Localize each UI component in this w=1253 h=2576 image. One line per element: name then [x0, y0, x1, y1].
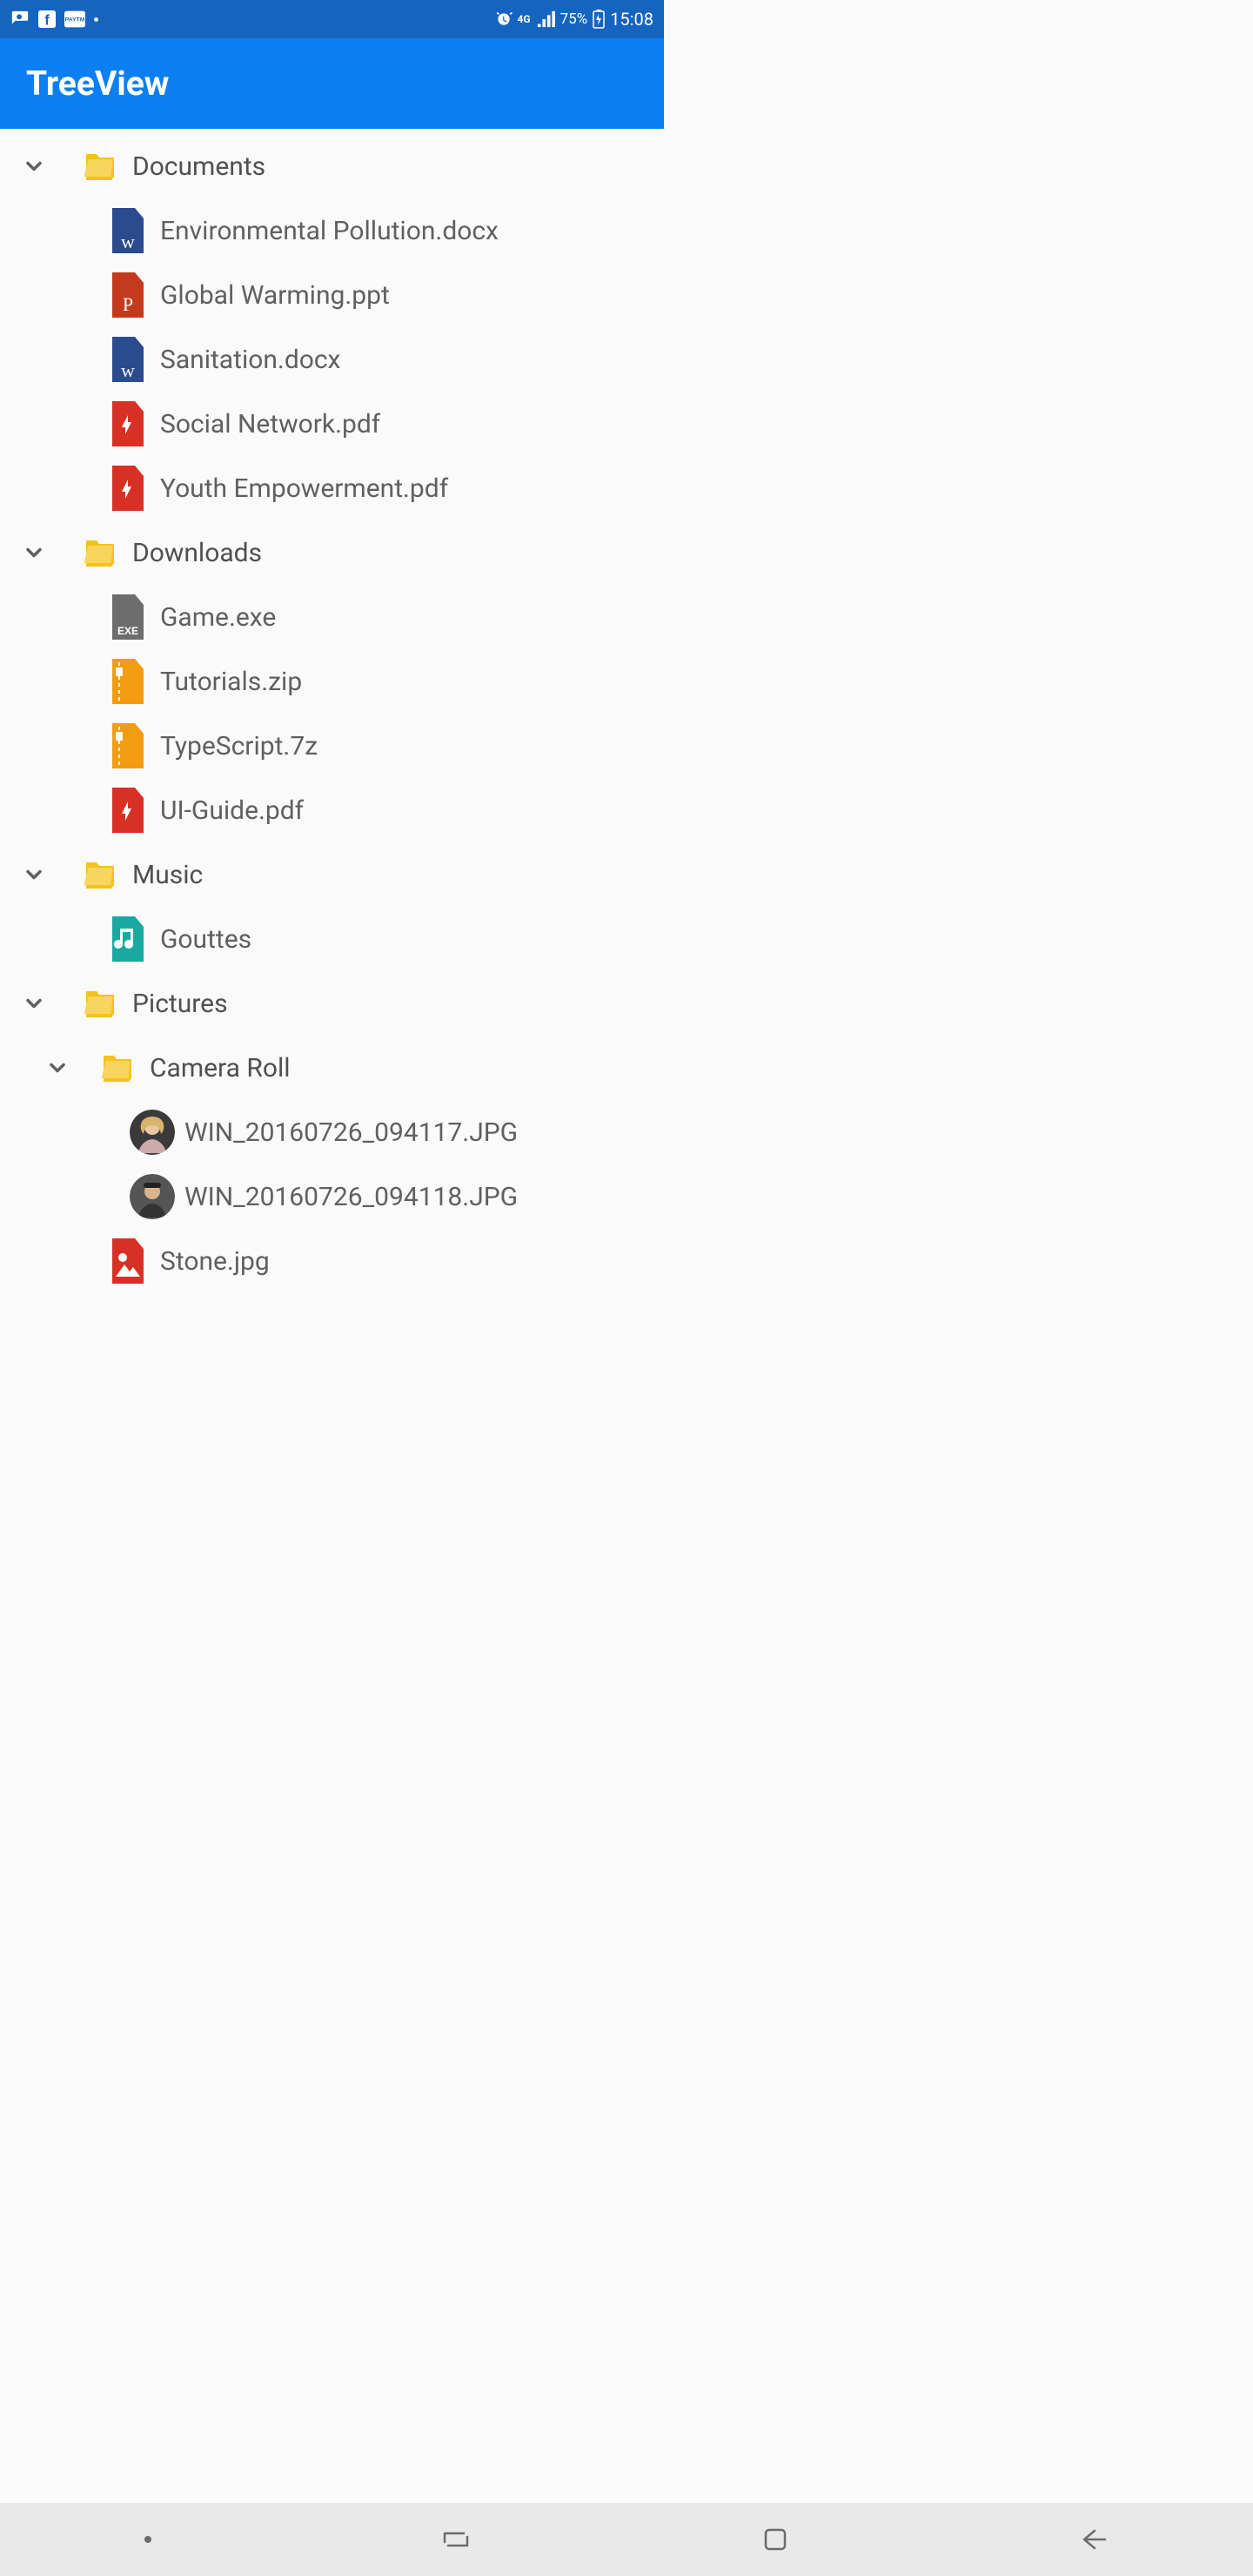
file-env-pollution[interactable]: w Environmental Pollution.docx: [0, 198, 664, 263]
folder-camera-roll[interactable]: Camera Roll: [0, 1036, 664, 1100]
chevron-down-icon[interactable]: [0, 540, 68, 565]
folder-label: Downloads: [132, 538, 262, 568]
folder-label: Documents: [132, 151, 265, 182]
word-icon: w: [96, 208, 160, 253]
file-label: TypeScript.7z: [160, 731, 318, 761]
folder-icon: [85, 1049, 150, 1087]
file-label: Gouttes: [160, 924, 251, 955]
folder-documents[interactable]: Documents: [0, 134, 664, 198]
file-youth-empowerment[interactable]: Youth Empowerment.pdf: [0, 456, 664, 520]
file-social-network[interactable]: Social Network.pdf: [0, 392, 664, 456]
pdf-icon: [96, 401, 160, 446]
folder-icon: [68, 533, 132, 572]
pdf-icon: [96, 466, 160, 511]
notification-dot-icon: [94, 17, 98, 22]
file-label: WIN_20160726_094117.JPG: [184, 1117, 518, 1148]
nav-dot-icon: [144, 2536, 151, 2543]
network-4g-icon: 4G: [518, 13, 531, 25]
file-stone-jpg[interactable]: Stone.jpg: [0, 1229, 664, 1287]
file-label: Tutorials.zip: [160, 667, 302, 697]
ppt-icon: P: [96, 272, 160, 318]
music-icon: [96, 916, 160, 962]
file-label: Game.exe: [160, 602, 276, 633]
battery-charging-icon: [593, 10, 605, 29]
facebook-icon: f: [38, 10, 56, 28]
file-label: WIN_20160726_094118.JPG: [184, 1182, 518, 1212]
tree-view: Documents w Environmental Pollution.docx…: [0, 129, 664, 1287]
folder-icon: [68, 984, 132, 1023]
home-button[interactable]: [761, 2526, 789, 2553]
app-title: TreeView: [26, 64, 169, 104]
word-icon: w: [96, 337, 160, 382]
folder-downloads[interactable]: Downloads: [0, 520, 664, 585]
exe-icon: EXE: [96, 594, 160, 640]
android-nav-bar: [0, 2503, 1253, 2576]
battery-percent: 75%: [560, 10, 588, 28]
chevron-down-icon[interactable]: [0, 862, 68, 887]
signal-icon: [536, 10, 555, 29]
file-global-warming[interactable]: P Global Warming.ppt: [0, 263, 664, 327]
svg-text:P: P: [123, 293, 133, 315]
folder-label: Camera Roll: [150, 1053, 291, 1083]
folder-icon: [68, 147, 132, 185]
svg-text:EXE: EXE: [117, 625, 138, 637]
svg-text:w: w: [121, 231, 135, 252]
chevron-down-icon[interactable]: [30, 1056, 85, 1080]
folder-music[interactable]: Music: [0, 842, 664, 907]
avatar-icon: [120, 1110, 184, 1155]
file-label: Stone.jpg: [160, 1246, 270, 1277]
file-label: Youth Empowerment.pdf: [160, 473, 448, 504]
file-sanitation[interactable]: w Sanitation.docx: [0, 327, 664, 392]
file-win-094118[interactable]: WIN_20160726_094118.JPG: [0, 1164, 664, 1229]
file-label: Social Network.pdf: [160, 409, 380, 439]
folder-icon: [68, 855, 132, 894]
file-label: Sanitation.docx: [160, 345, 340, 375]
file-game-exe[interactable]: EXE Game.exe: [0, 585, 664, 649]
svg-text:f: f: [44, 12, 50, 28]
paytm-icon: PAYTM: [64, 10, 85, 28]
zip-icon: [96, 723, 160, 768]
recents-button[interactable]: [441, 2526, 472, 2553]
speech-bubble-icon: [10, 10, 30, 29]
file-gouttes[interactable]: Gouttes: [0, 907, 664, 971]
pdf-icon: [96, 788, 160, 833]
svg-text:PAYTM: PAYTM: [65, 17, 85, 23]
folder-label: Music: [132, 860, 203, 890]
file-tutorials-zip[interactable]: Tutorials.zip: [0, 649, 664, 714]
file-ui-guide[interactable]: UI-Guide.pdf: [0, 778, 664, 842]
svg-text:w: w: [121, 359, 135, 381]
alarm-icon: [495, 10, 513, 28]
zip-icon: [96, 659, 160, 704]
file-typescript-7z[interactable]: TypeScript.7z: [0, 714, 664, 778]
file-win-094117[interactable]: WIN_20160726_094117.JPG: [0, 1100, 664, 1164]
avatar-icon: [120, 1174, 184, 1219]
folder-pictures[interactable]: Pictures: [0, 971, 664, 1036]
file-label: Global Warming.ppt: [160, 280, 390, 311]
chevron-down-icon[interactable]: [0, 154, 68, 178]
back-button[interactable]: [1079, 2527, 1109, 2552]
file-label: Environmental Pollution.docx: [160, 216, 499, 246]
clock-time: 15:08: [610, 9, 653, 30]
status-bar: f PAYTM 4G 75% 15:08: [0, 0, 664, 38]
file-label: UI-Guide.pdf: [160, 795, 304, 826]
app-bar: TreeView: [0, 38, 664, 129]
folder-label: Pictures: [132, 989, 228, 1019]
chevron-down-icon[interactable]: [0, 991, 68, 1016]
image-icon: [96, 1238, 160, 1284]
